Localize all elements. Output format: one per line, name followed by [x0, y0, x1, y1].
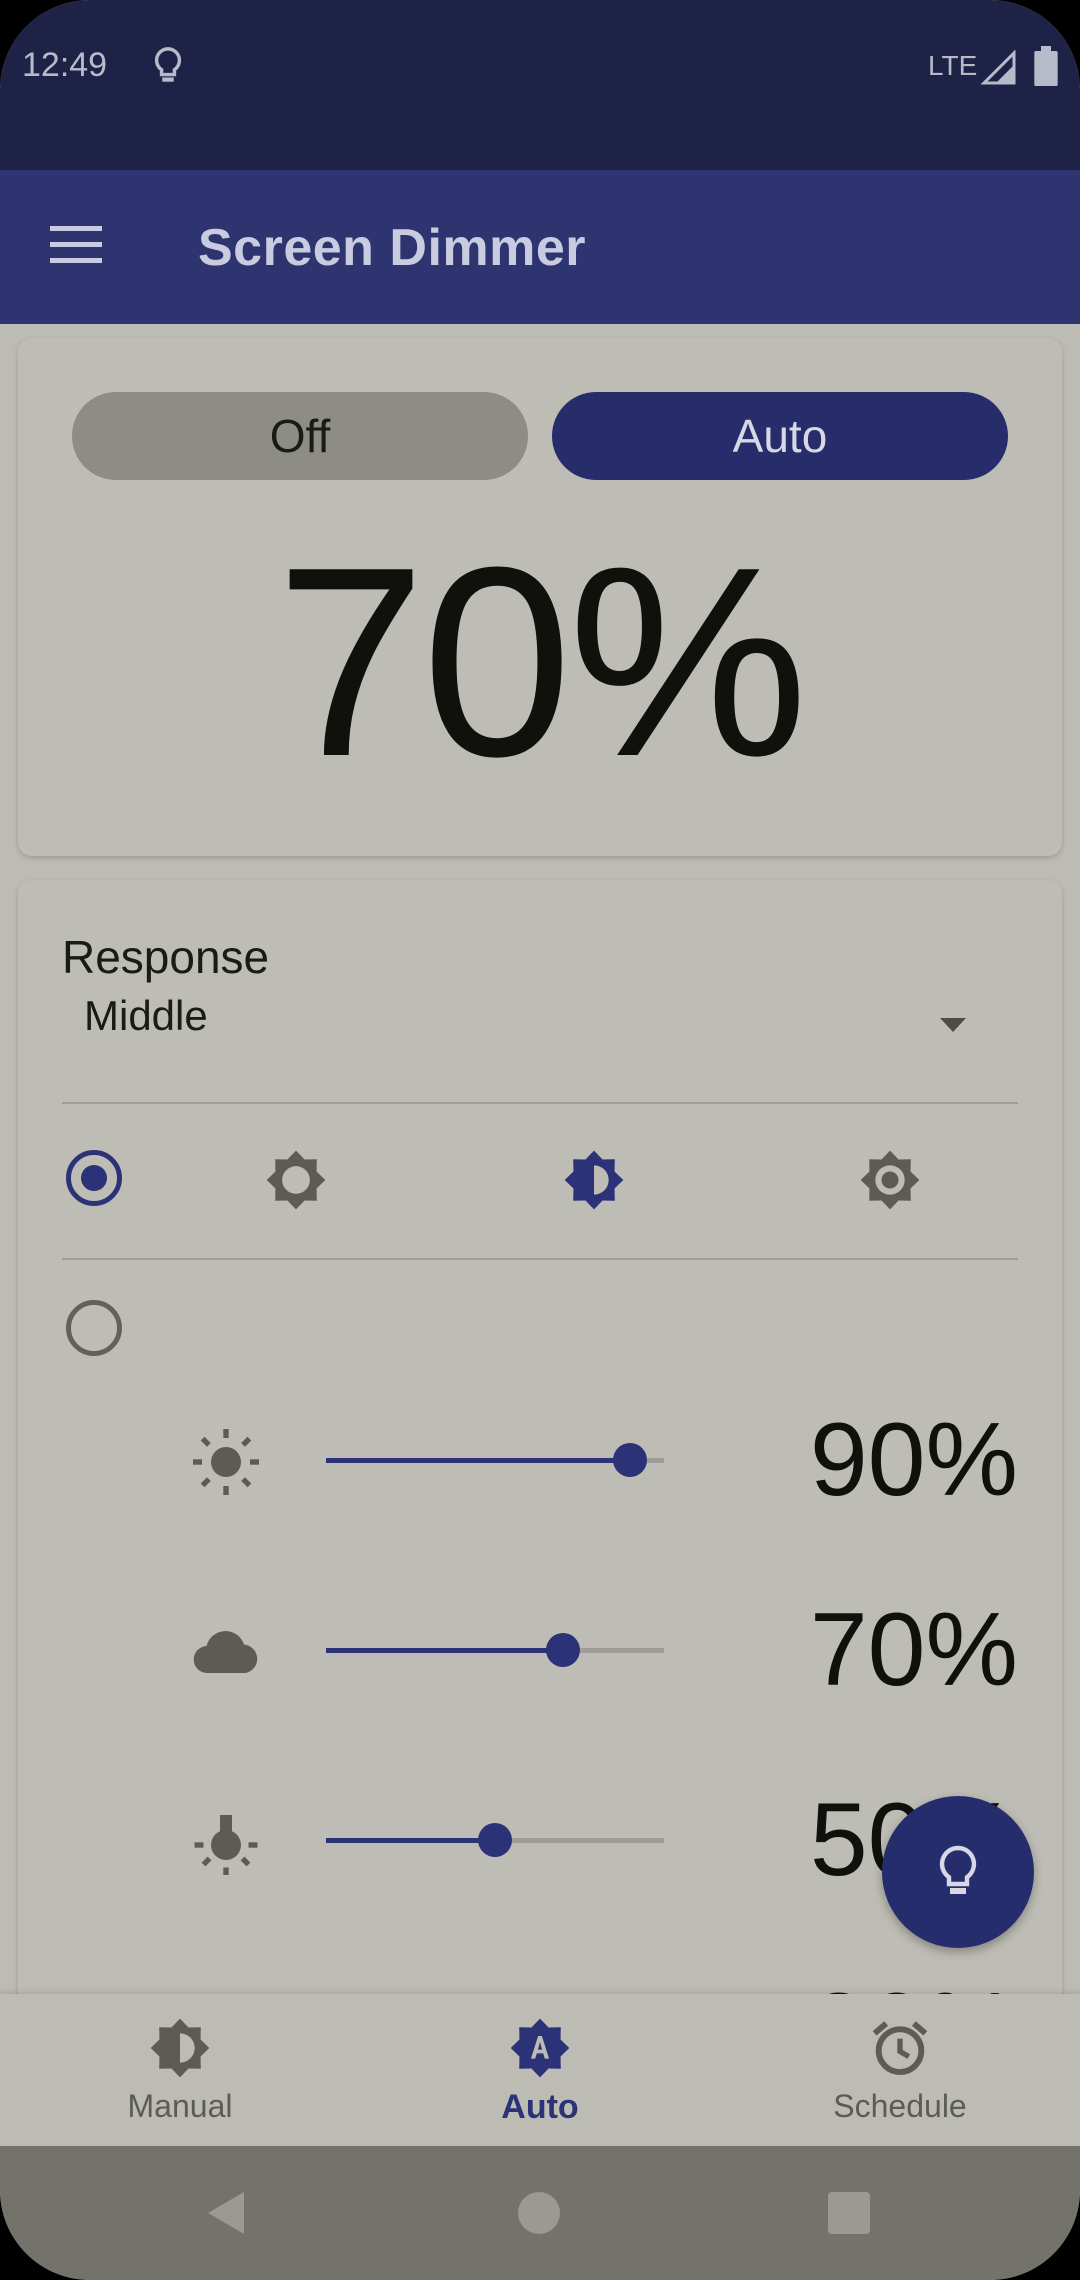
level-slider[interactable] [326, 1633, 664, 1667]
sun-icon [193, 1429, 259, 1495]
nav-label-schedule: Schedule [833, 2088, 967, 2124]
response-dropdown[interactable]: Middle [84, 992, 208, 1040]
slider-thumb[interactable] [613, 1443, 648, 1477]
back-icon[interactable] [206, 2190, 246, 2236]
nav-item-manual[interactable]: Manual [0, 1994, 360, 2146]
dimmer-fab-button[interactable] [882, 1796, 1034, 1948]
menu-icon[interactable] [48, 222, 104, 268]
app-title: Screen Dimmer [198, 219, 587, 277]
off-button[interactable]: Off [72, 392, 528, 480]
nav-label-manual: Manual [127, 2088, 233, 2124]
current-dim-level: 70% [275, 512, 808, 813]
slider-thumb[interactable] [478, 1823, 512, 1857]
home-button[interactable] [518, 2192, 560, 2234]
divider [62, 1258, 1018, 1260]
brightness-medium-icon [150, 2018, 210, 2078]
status-time: 12:49 [22, 46, 108, 84]
custom-mode-radio[interactable] [66, 1300, 122, 1356]
light-level-row: 70% [18, 1590, 1062, 1710]
slider-fill [326, 1648, 563, 1653]
system-nav-bar [0, 2146, 1080, 2280]
dim-light-icon [194, 1815, 258, 1875]
level-slider[interactable] [326, 1823, 664, 1857]
lightbulb-icon [939, 1845, 977, 1894]
dimmer-status-card: Off Auto 70% [18, 338, 1062, 856]
signal-icon [980, 50, 1016, 85]
slider-fill [326, 1458, 631, 1463]
lightbulb-icon [154, 47, 182, 82]
level-percent: 70% [809, 1592, 1018, 1708]
level-slider[interactable] [326, 1443, 664, 1477]
divider [62, 1102, 1018, 1104]
brightness-high-icon[interactable] [858, 1148, 922, 1212]
slider-thumb[interactable] [545, 1633, 580, 1667]
light-level-row: 90% [18, 1400, 1062, 1520]
level-percent: 90% [809, 1402, 1018, 1518]
status-bar: 12:49 LTE [0, 0, 1080, 170]
nav-item-schedule[interactable]: Schedule [720, 1994, 1080, 2146]
response-label: Response [62, 931, 270, 983]
nav-item-auto[interactable]: Auto [360, 1994, 720, 2146]
alarm-clock-icon [872, 2021, 928, 2075]
battery-icon [1034, 46, 1058, 86]
preset-mode-radio[interactable] [66, 1150, 122, 1206]
cloud-icon [193, 1631, 258, 1674]
nav-label-auto: Auto [501, 2088, 579, 2126]
brightness-low-icon[interactable] [264, 1148, 328, 1212]
brightness-medium-icon[interactable] [562, 1148, 626, 1212]
network-type: LTE [928, 50, 978, 81]
auto-button[interactable]: Auto [552, 392, 1008, 480]
phone-screen: 12:49 LTE Screen Dimmer Off Auto 70% Res… [0, 0, 1080, 2280]
slider-fill [326, 1838, 495, 1843]
bottom-navigation: Manual Auto Schedule [0, 1994, 1080, 2146]
app-bar: Screen Dimmer [0, 170, 1080, 324]
recent-apps-button[interactable] [828, 2192, 870, 2234]
brightness-auto-icon [510, 2018, 570, 2078]
chevron-down-icon[interactable] [938, 1016, 968, 1034]
